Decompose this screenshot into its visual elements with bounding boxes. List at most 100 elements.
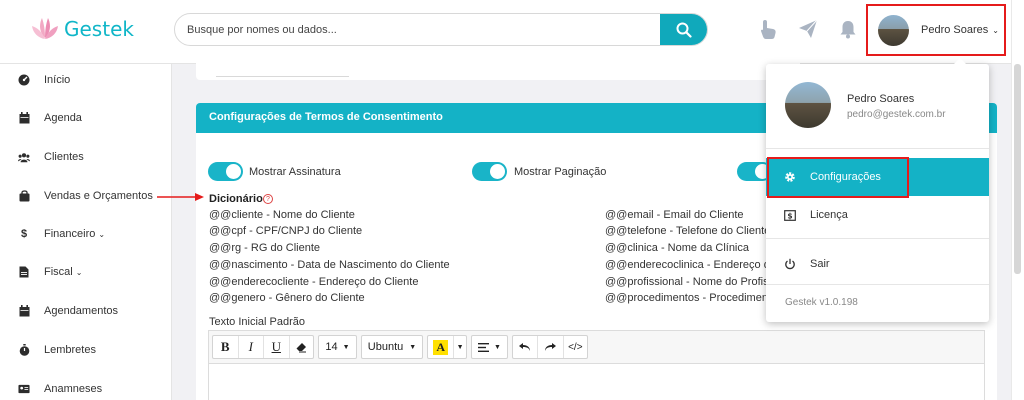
document-icon [18,266,30,278]
sidebar-item-label: Vendas e Orçamentos [44,190,153,202]
dictionary-desc: - Endereço do Cliente [309,276,419,288]
dictionary-token: @@enderecoclinica [605,259,704,271]
dictionary-token: @@genero [209,292,266,304]
menu-item-licenca[interactable]: $ Licença [766,196,989,234]
undo-button[interactable] [513,336,537,358]
paragraph-align-dropdown[interactable]: ▼ [471,335,508,359]
bold-button[interactable]: B [213,336,238,358]
dictionary-entry: @@cpf - CPF/CNPJ do Cliente [209,225,362,237]
caret-down-icon: ▼ [342,343,350,351]
dictionary-entry: @@cliente - Nome do Cliente [209,209,355,221]
sidebar-item-fiscal[interactable]: Fiscal ⌄ [0,262,172,282]
bell-icon[interactable] [837,18,859,40]
code-view-button[interactable]: </> [564,336,587,358]
brand-logo[interactable]: Gestek [30,14,134,44]
undo-icon [519,342,531,351]
user-menu-button[interactable]: Pedro Soares ⌄ [866,4,1006,56]
user-name: Pedro Soares [921,24,989,36]
redo-button[interactable] [538,336,562,358]
help-icon[interactable]: ? [263,194,273,204]
sidebar-item-clientes[interactable]: Clientes [0,147,172,167]
dictionary-desc: - Nome da Clínica [657,242,749,254]
divider [216,76,349,77]
dictionary-token: @@nascimento [209,259,288,271]
eraser-button[interactable] [290,336,314,358]
dashboard-icon [18,74,30,86]
dictionary-desc: - Nome do Cliente [263,209,355,221]
format-button-group: B I U [212,335,314,359]
caret-down-icon: ▼ [409,343,417,351]
underline-button[interactable]: U [264,336,289,358]
caret-down-icon: ▼ [456,343,464,351]
sidebar-item-label: Clientes [44,151,84,163]
font-family-value: Ubuntu [367,341,404,353]
highlight-annotation [767,157,909,198]
sidebar-item-inicio[interactable]: Início [0,70,172,90]
dictionary-token: @@rg [209,242,242,254]
dictionary-entry: @@profissional - Nome do Profissi [605,276,777,288]
dollar-icon: $ [20,228,28,240]
dictionary-entry: @@enderecoclinica - Endereço da [605,259,776,271]
dictionary-token: @@procedimentos [605,292,700,304]
version-label: Gestek v1.0.198 [785,297,858,308]
divider [766,284,989,285]
id-card-icon [18,383,30,395]
dictionary-desc: - Data de Nascimento do Cliente [287,259,450,271]
caret-down-icon: ▼ [494,343,501,351]
menu-item-label: Licença [810,209,848,221]
menu-item-sair[interactable]: Sair [766,245,989,283]
dictionary-entry: @@genero - Gênero do Cliente [209,292,365,304]
dictionary-entry: @@telefone - Telefone do Cliente [605,225,770,237]
sidebar-item-financeiro[interactable]: $ Financeiro ⌄ [0,224,172,244]
sidebar-item-agendamentos[interactable]: Agendamentos [0,301,172,321]
menu-item-label: Sair [810,258,830,270]
users-icon [18,151,30,163]
search-input[interactable] [175,14,655,45]
brand-name: Gestek [64,17,134,41]
history-button-group: </> [512,335,588,359]
editor-label: Texto Inicial Padrão [209,316,305,328]
font-family-dropdown[interactable]: Ubuntu ▼ [361,335,423,359]
show-pagination-toggle[interactable] [472,162,507,181]
dictionary-token: @@cpf [209,225,247,237]
menu-pointer [953,58,967,65]
search-box [174,13,708,46]
sidebar-item-anamneses[interactable]: Anamneses [0,379,172,399]
italic-button[interactable]: I [239,336,264,358]
touch-icon[interactable] [758,18,780,40]
page-scrollbar-thumb[interactable] [1014,64,1021,274]
chevron-down-icon: ⌄ [98,230,106,239]
paper-plane-icon[interactable] [797,18,819,40]
red-arrow-annotation [157,193,204,201]
calendar-icon [18,305,30,317]
search-button[interactable] [660,14,707,45]
eraser-icon [296,342,306,352]
bag-icon [18,190,30,202]
text-color-dropdown[interactable]: A ▼ [427,335,467,359]
avatar [785,82,831,128]
sidebar-item-lembretes[interactable]: Lembretes [0,340,172,360]
menu-user-name: Pedro Soares [847,93,915,105]
sidebar-item-label: Lembretes [44,344,96,356]
power-icon [784,258,796,270]
toggle-label: Mostrar Assinatura [249,166,341,178]
align-left-icon [478,342,490,352]
dictionary-desc: - Gênero do Cliente [265,292,365,304]
avatar [878,14,909,46]
card-title: Configurações de Termos de Consentimento [209,111,443,123]
divider [766,238,989,239]
stopwatch-icon [18,344,30,356]
chevron-down-icon: ⌄ [992,25,999,35]
chevron-down-icon: ⌄ [75,268,83,277]
dictionary-entry: @@email - Email do Cliente [605,209,744,221]
sidebar-item-vendas[interactable]: Vendas e Orçamentos [0,186,172,206]
show-signature-toggle[interactable] [208,162,243,181]
sidebar-item-label: Início [44,74,71,86]
dictionary-entry: @@clinica - Nome da Clínica [605,242,749,254]
sidebar-item-agenda[interactable]: Agenda [0,108,172,128]
menu-user-email: pedro@gestek.com.br [847,109,946,120]
font-size-dropdown[interactable]: 14 ▼ [318,335,357,359]
dictionary-entry: @@procedimentos - Procedimento [605,292,777,304]
top-bar: Gestek Pedro Soares ⌄ [0,0,1024,64]
sidebar-item-label: Financeiro [44,228,96,240]
